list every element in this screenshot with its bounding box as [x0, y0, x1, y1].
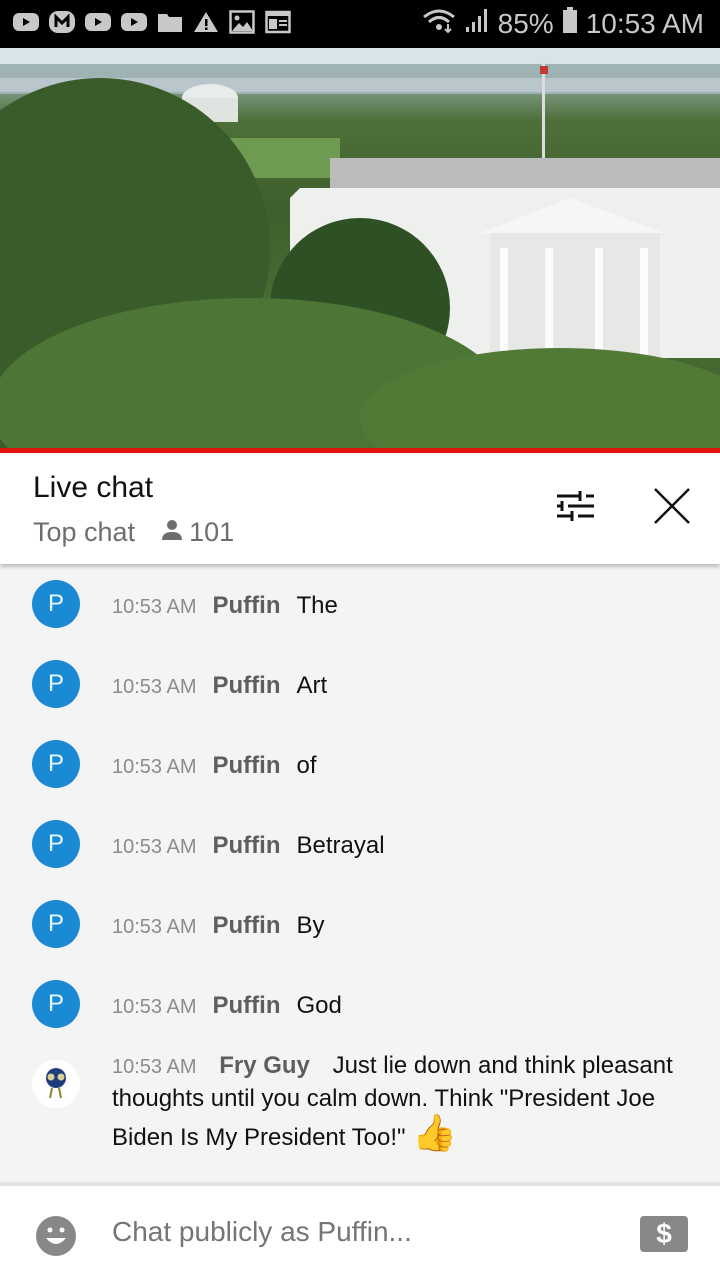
message-timestamp: 10:53 AM: [112, 836, 197, 858]
avatar[interactable]: P: [32, 820, 80, 868]
smiley-icon: [36, 1216, 76, 1256]
chat-input[interactable]: [112, 1216, 612, 1248]
message-timestamp: 10:53 AM: [112, 756, 197, 778]
message-text: The: [296, 592, 338, 619]
live-chat-title: Live chat: [33, 471, 154, 504]
battery-icon: [562, 6, 578, 41]
message-author[interactable]: Fry Guy: [219, 1052, 310, 1079]
message-timestamp: 10:53 AM: [112, 916, 197, 938]
youtube-icon: [84, 10, 112, 34]
message-author[interactable]: Puffin: [213, 912, 281, 940]
message-author[interactable]: Puffin: [213, 672, 281, 700]
thumbs-up-emoji: 👍: [412, 1112, 458, 1153]
emoji-button[interactable]: [36, 1216, 76, 1256]
avatar[interactable]: P: [32, 980, 80, 1028]
message-text: By: [296, 912, 325, 939]
image-icon: [228, 10, 256, 34]
viewer-count: 101: [161, 517, 234, 548]
news-icon: [264, 10, 292, 34]
system-status: 85% 10:53 AM: [422, 6, 704, 41]
message-author[interactable]: Puffin: [213, 752, 281, 780]
message-author[interactable]: Puffin: [213, 992, 281, 1020]
avatar[interactable]: P: [32, 900, 80, 948]
battery-percent: 85%: [497, 7, 554, 39]
live-chat-header: Live chat Top chat 101: [0, 453, 720, 564]
youtube-icon: [12, 10, 40, 34]
avatar[interactable]: P: [32, 580, 80, 628]
message-timestamp: 10:53 AM: [112, 996, 197, 1018]
avatar[interactable]: P: [32, 660, 80, 708]
avatar[interactable]: P: [32, 740, 80, 788]
chat-input-bar: $: [0, 1182, 720, 1280]
message-text: God: [296, 992, 342, 1019]
video-frame-white-house: [0, 48, 720, 450]
message-text: of: [296, 752, 317, 779]
person-icon: [161, 517, 183, 548]
close-icon: [653, 487, 691, 530]
monster-avatar-icon: [46, 1068, 66, 1099]
video-player[interactable]: [0, 48, 720, 450]
message-timestamp: 10:53 AM: [112, 1056, 197, 1078]
close-chat-button[interactable]: [647, 483, 697, 533]
sliders-icon: [556, 488, 596, 529]
super-chat-button[interactable]: $: [640, 1216, 688, 1252]
chat-mode-selector[interactable]: Top chat 101: [33, 517, 234, 548]
message-author[interactable]: Puffin: [213, 832, 281, 860]
viewer-count-value: 101: [189, 517, 235, 547]
chat-message-list[interactable]: P 10:53 AM Puffin The P 10:53 AM Puffin …: [0, 564, 720, 1182]
warning-icon: [192, 10, 220, 34]
folder-icon: [156, 10, 184, 34]
status-bar: 85% 10:53 AM: [0, 0, 720, 48]
filter-settings-button[interactable]: [551, 483, 601, 533]
message-text: Art: [296, 672, 328, 699]
youtube-icon: [120, 10, 148, 34]
clock: 10:53 AM: [585, 7, 704, 39]
m-app-icon: [48, 10, 76, 34]
message-author[interactable]: Puffin: [213, 592, 281, 620]
wifi-icon: [422, 7, 456, 40]
message-timestamp: 10:53 AM: [112, 596, 197, 618]
chat-mode-label: Top chat: [33, 517, 136, 547]
dollar-icon: $: [656, 1218, 672, 1249]
message-timestamp: 10:53 AM: [112, 676, 197, 698]
notification-icons: [12, 10, 292, 34]
avatar-fry-guy[interactable]: [32, 1060, 80, 1108]
signal-icon: [464, 7, 490, 40]
message-text: Betrayal: [296, 832, 385, 859]
